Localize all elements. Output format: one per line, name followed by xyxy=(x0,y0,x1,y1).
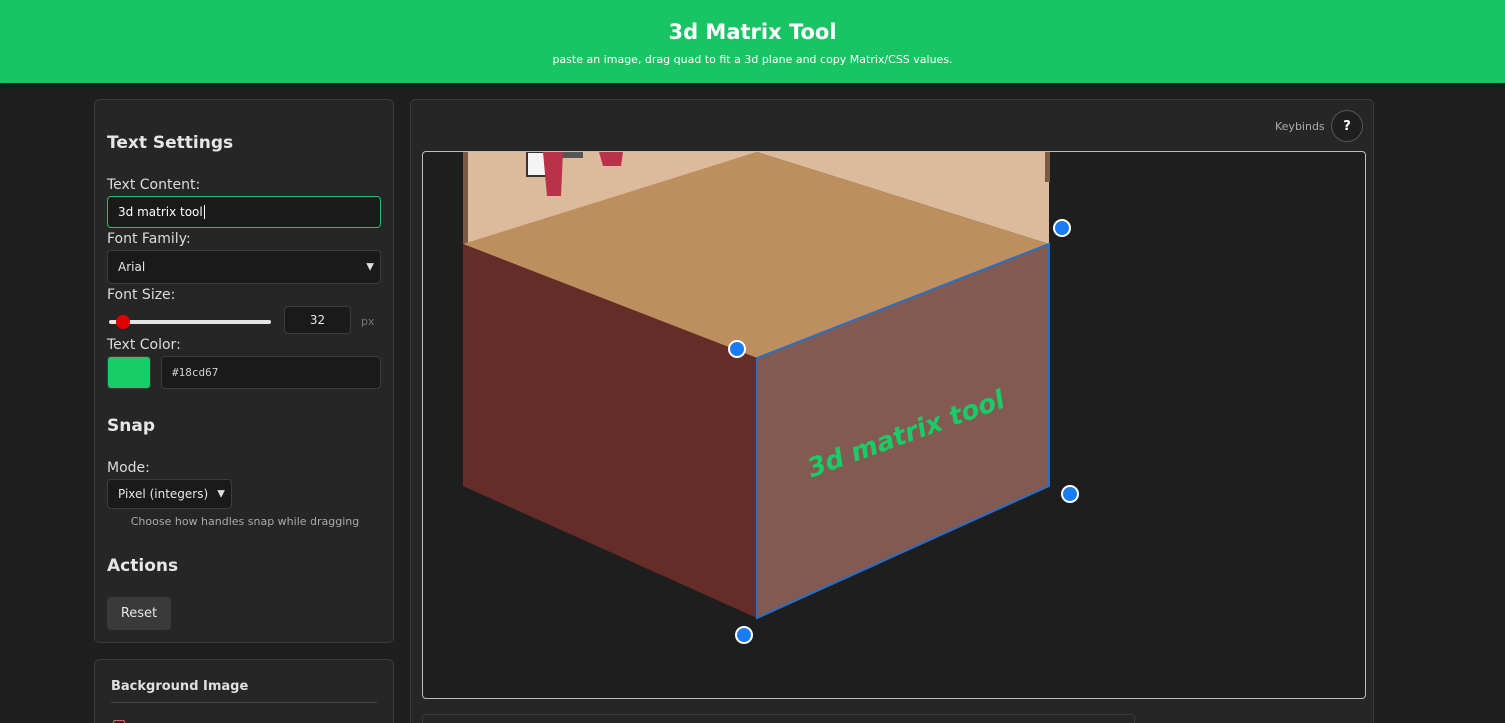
divider xyxy=(111,702,377,703)
background-image-panel: Background Image xyxy=(94,659,394,723)
handle-bottom-left[interactable] xyxy=(735,626,753,644)
text-content-label: Text Content: xyxy=(107,177,201,193)
font-size-slider[interactable] xyxy=(109,315,271,329)
keybinds-help-button[interactable]: ? xyxy=(1331,110,1363,142)
output-panel xyxy=(422,714,1135,723)
handle-top-left[interactable] xyxy=(728,340,746,358)
text-color-hex-input[interactable]: #18cd67 xyxy=(161,356,381,389)
actions-title: Actions xyxy=(107,556,179,576)
text-settings-title: Text Settings xyxy=(107,133,234,153)
editor-canvas[interactable]: 3d matrix tool xyxy=(422,151,1366,699)
font-size-label: Font Size: xyxy=(107,287,176,303)
reset-button[interactable]: Reset xyxy=(107,597,171,630)
snap-hint: Choose how handles snap while dragging xyxy=(130,515,360,528)
app-subtitle: paste an image, drag quad to fit a 3d pl… xyxy=(552,53,953,66)
text-color-label: Text Color: xyxy=(107,337,181,353)
editor-panel: Keybinds ? 3d matrix tool xyxy=(410,99,1374,723)
handle-top-right[interactable] xyxy=(1053,219,1071,237)
background-image-title: Background Image xyxy=(111,679,249,694)
chevron-down-icon: ▼ xyxy=(217,488,225,500)
snap-title: Snap xyxy=(107,416,155,436)
font-family-select[interactable]: Arial ▼ xyxy=(107,250,381,284)
app-header: 3d Matrix Tool paste an image, drag quad… xyxy=(0,0,1505,83)
snap-mode-value: Pixel (integers) xyxy=(118,487,209,501)
font-size-unit: px xyxy=(361,315,375,328)
font-family-label: Font Family: xyxy=(107,231,191,247)
font-family-value: Arial xyxy=(118,260,146,274)
wall-edge-right xyxy=(1045,152,1050,182)
wall-edge-left xyxy=(463,152,468,244)
app-title: 3d Matrix Tool xyxy=(668,20,837,44)
keybinds-label: Keybinds xyxy=(1275,120,1325,133)
slider-track xyxy=(109,320,271,324)
snap-mode-label: Mode: xyxy=(107,460,150,476)
text-content-value: 3d matrix tool xyxy=(118,205,203,219)
curtain-decor-2 xyxy=(599,152,623,166)
canvas-scene: 3d matrix tool xyxy=(463,152,1079,644)
chevron-down-icon: ▼ xyxy=(366,261,374,273)
text-caret xyxy=(203,205,205,219)
settings-panel: Text Settings Text Content: 3d matrix to… xyxy=(94,99,394,643)
slider-thumb[interactable] xyxy=(116,315,131,329)
font-size-input[interactable]: 32 xyxy=(284,306,351,334)
handle-bottom-right[interactable] xyxy=(1061,485,1079,503)
text-color-swatch[interactable] xyxy=(107,356,151,389)
text-content-input[interactable]: 3d matrix tool xyxy=(107,196,381,228)
snap-mode-select[interactable]: Pixel (integers) ▼ xyxy=(107,479,232,509)
